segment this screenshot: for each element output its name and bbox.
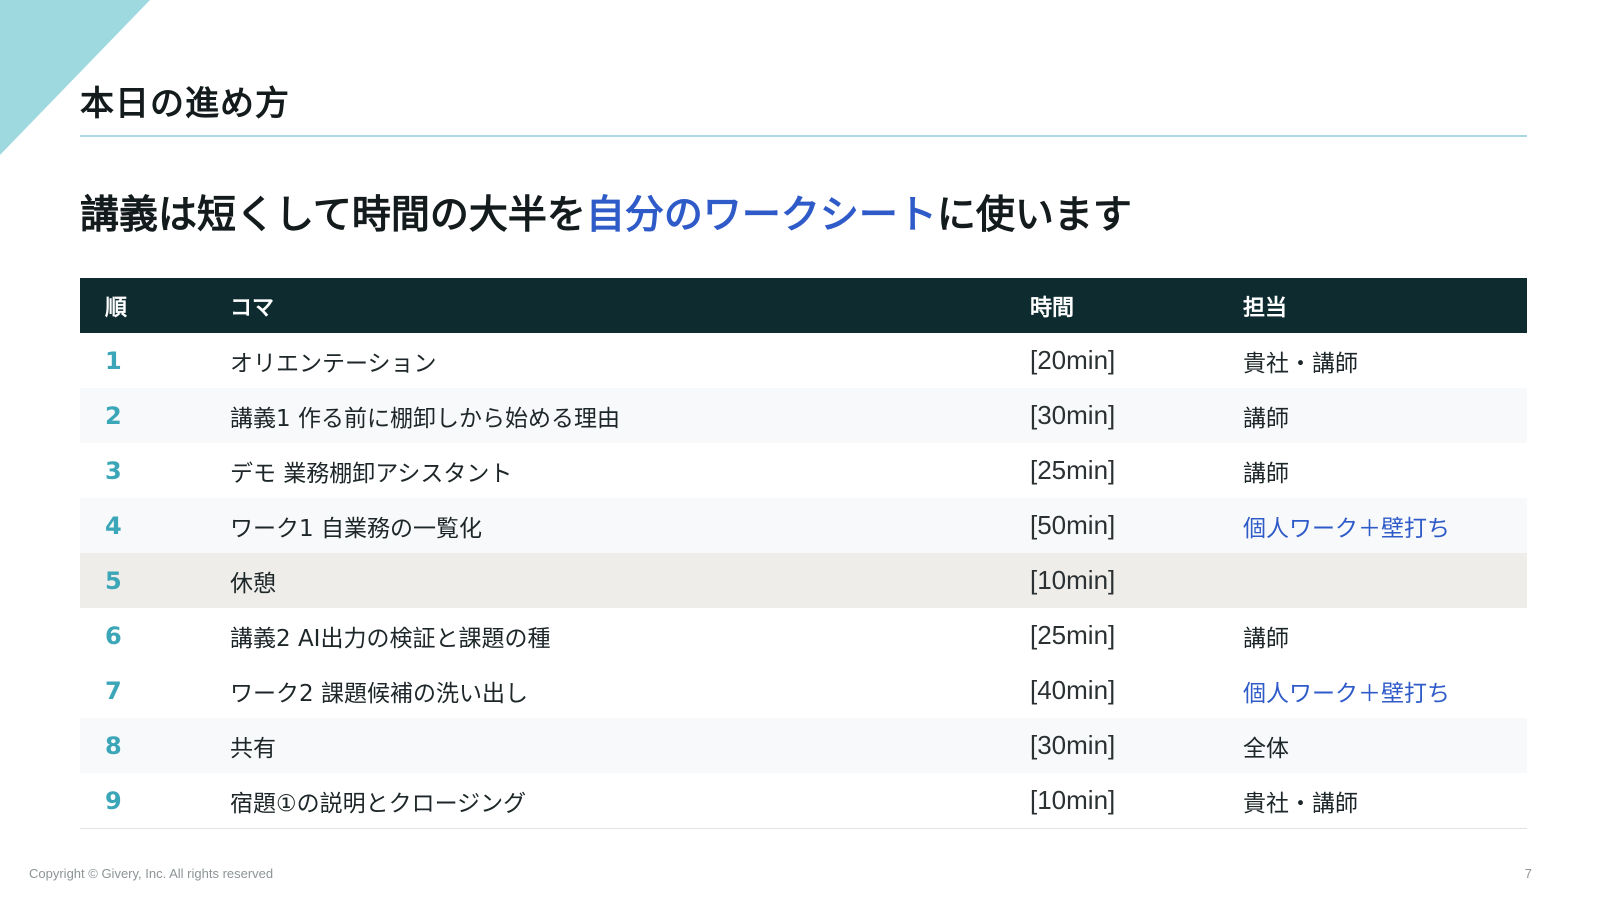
row-time: [50min] xyxy=(1030,498,1243,553)
header-time: 時間 xyxy=(1030,278,1243,333)
row-time: [40min] xyxy=(1030,675,1116,705)
row-time: [10min] xyxy=(1030,773,1243,829)
header-owner: 担当 xyxy=(1243,278,1527,333)
headline-text-before: 講義は短くして時間の大半を xyxy=(80,193,586,238)
row-koma: 宿題①の説明とクロージング xyxy=(230,773,1030,829)
table-row: 6 講義2 AI出力の検証と課題の種 [25min] 講師 xyxy=(80,608,1527,663)
page-title: 本日の進め方 xyxy=(80,84,290,124)
row-order: 1 xyxy=(105,346,122,375)
row-owner: 貴社・講師 xyxy=(1243,773,1527,829)
table-row-break: 5 休憩 [10min] xyxy=(80,553,1527,608)
row-koma: オリエンテーション xyxy=(230,350,437,377)
row-time: [20min] xyxy=(1030,345,1116,375)
table-row: 2 講義1 作る前に棚卸しから始める理由 [30min] 講師 xyxy=(80,388,1527,443)
row-owner: 個人ワーク＋壁打ち xyxy=(1243,498,1527,553)
row-order: 4 xyxy=(80,498,230,553)
table-row: 8 共有 [30min] 全体 xyxy=(80,718,1527,773)
headline: 講義は短くして時間の大半を自分のワークシートに使います xyxy=(80,184,1132,240)
row-order: 5 xyxy=(80,553,230,608)
row-time: [25min] xyxy=(1030,620,1116,650)
row-owner: 講師 xyxy=(1243,460,1289,487)
row-koma: 講義1 作る前に棚卸しから始める理由 xyxy=(230,388,1030,443)
row-order: 7 xyxy=(105,676,122,705)
table-row: 3 デモ 業務棚卸アシスタント [25min] 講師 xyxy=(80,443,1527,498)
table-header-row: 順 コマ 時間 担当 xyxy=(80,278,1527,333)
row-time: [10min] xyxy=(1030,553,1243,608)
row-koma: ワーク1 自業務の一覧化 xyxy=(230,498,1030,553)
page-number: 7 xyxy=(1524,866,1532,881)
row-owner: 個人ワーク＋壁打ち xyxy=(1243,680,1450,707)
header-koma: コマ xyxy=(230,278,1030,333)
row-koma: 共有 xyxy=(230,718,1030,773)
row-koma: 休憩 xyxy=(230,553,1030,608)
title-divider xyxy=(80,135,1527,137)
table-row: 9 宿題①の説明とクロージング [10min] 貴社・講師 xyxy=(80,773,1527,829)
row-time: [25min] xyxy=(1030,455,1116,485)
row-koma: 講義2 AI出力の検証と課題の種 xyxy=(230,625,551,652)
row-owner: 講師 xyxy=(1243,625,1289,652)
row-order: 8 xyxy=(80,718,230,773)
row-owner xyxy=(1243,553,1527,608)
row-order: 3 xyxy=(105,456,122,485)
row-order: 9 xyxy=(80,773,230,829)
row-time: [30min] xyxy=(1030,718,1243,773)
header-order: 順 xyxy=(80,278,230,333)
table-row: 1 オリエンテーション [20min] 貴社・講師 xyxy=(80,333,1527,388)
table-row: 7 ワーク2 課題候補の洗い出し [40min] 個人ワーク＋壁打ち xyxy=(80,663,1527,718)
row-time: [30min] xyxy=(1030,388,1243,443)
headline-text-after: に使います xyxy=(936,193,1132,238)
footer-copyright: Copyright © Givery, Inc. All rights rese… xyxy=(29,866,274,881)
table-row: 4 ワーク1 自業務の一覧化 [50min] 個人ワーク＋壁打ち xyxy=(80,498,1527,553)
row-koma: デモ 業務棚卸アシスタント xyxy=(230,460,513,487)
row-order: 6 xyxy=(105,621,122,650)
row-owner: 貴社・講師 xyxy=(1243,350,1358,377)
schedule-table: 順 コマ 時間 担当 1 オリエンテーション [20min] 貴社・講師 2 講… xyxy=(80,278,1527,829)
row-owner: 講師 xyxy=(1243,388,1527,443)
row-owner: 全体 xyxy=(1243,718,1527,773)
row-koma: ワーク2 課題候補の洗い出し xyxy=(230,680,528,707)
row-order: 2 xyxy=(80,388,230,443)
headline-highlight: 自分のワークシート xyxy=(585,193,937,238)
